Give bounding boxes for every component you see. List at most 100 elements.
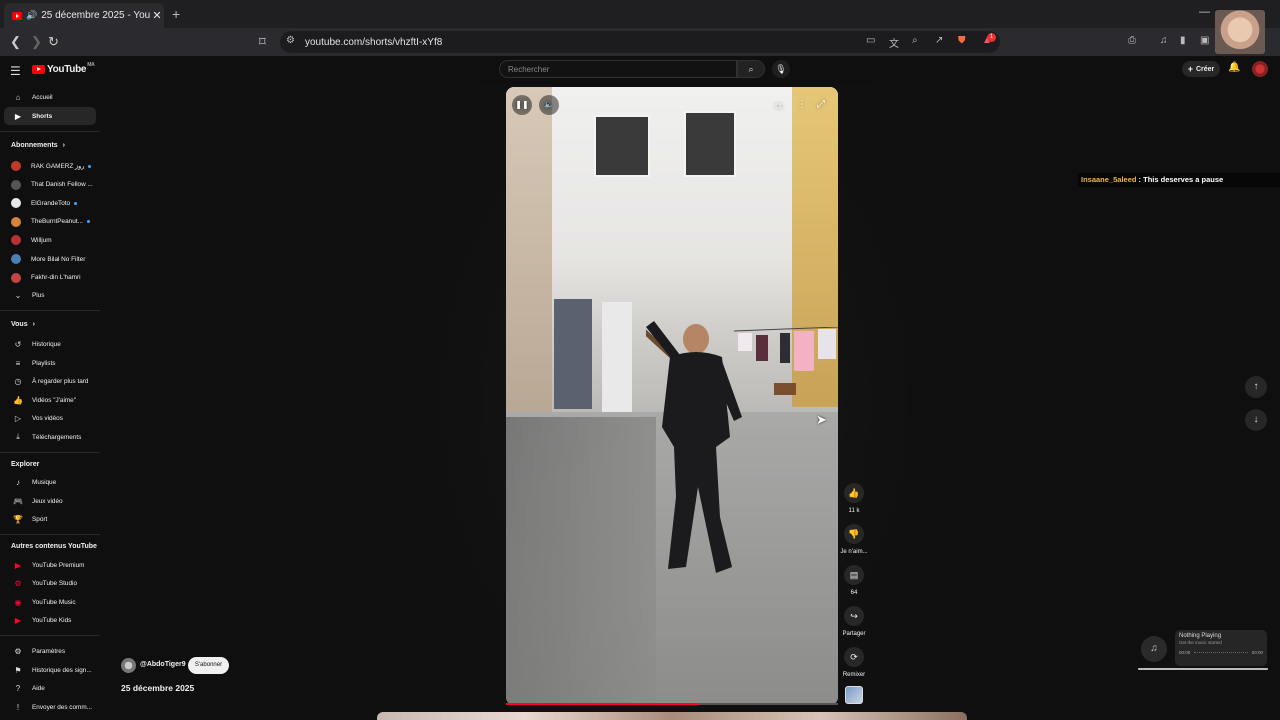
previous-short-button[interactable]: ↑	[1245, 376, 1267, 398]
subscribe-button[interactable]: S'abonner	[188, 657, 229, 674]
captions-icon[interactable]: ㏄	[775, 100, 783, 111]
sidebar-item-label: YouTube Kids	[32, 616, 72, 624]
brave-shield-icon[interactable]: ⛊	[958, 35, 966, 46]
sidebar-item-youtube-studio[interactable]: ⚙ YouTube Studio	[4, 574, 96, 592]
reload-icon[interactable]: ↻	[48, 34, 59, 50]
zoom-icon[interactable]: ⌕	[912, 35, 918, 46]
time-start: 00:00	[1179, 650, 1191, 655]
sidebar-item-youtube-kids[interactable]: ▶ YouTube Kids	[4, 611, 96, 629]
sidebar-subscription-item[interactable]: Fakhr-din L'hamri	[4, 269, 96, 287]
sidebar-item-feedback[interactable]: ! Envoyer des comm...	[4, 698, 96, 716]
share-label: Partager	[842, 631, 866, 637]
music-progress-bar[interactable]	[1138, 668, 1268, 670]
sidebar-item-your-videos[interactable]: ▷ Vos vidéos	[4, 409, 96, 427]
sidebar-item-help[interactable]: ? Aide	[4, 679, 96, 697]
sidebar-subscription-item[interactable]: ElGrandeToto	[4, 194, 96, 212]
sidebar-toggle-icon[interactable]: ▮	[1180, 35, 1186, 46]
youtube-music-icon: ◉	[14, 597, 22, 607]
notifications-bell-icon[interactable]: 🔔	[1228, 62, 1240, 73]
new-tab-icon[interactable]: +	[172, 6, 180, 22]
back-icon[interactable]: ❮	[10, 34, 21, 50]
time-end: 00:00	[1251, 650, 1263, 655]
music-note-icon[interactable]: ♫	[1141, 636, 1167, 662]
shorts-video-player[interactable]	[506, 87, 838, 705]
like-button[interactable]: 👍 11 k	[843, 483, 865, 514]
channel-avatar	[11, 179, 21, 190]
sidebar-subscription-item[interactable]: RAK GAMERZ روز	[4, 157, 96, 175]
cast-icon[interactable]: ▭	[866, 35, 875, 46]
forward-icon[interactable]: ❯	[31, 34, 42, 50]
share-button[interactable]: ↪ Partager	[842, 606, 866, 637]
channel-avatar[interactable]	[121, 658, 136, 673]
search-button[interactable]: ⌕	[737, 60, 765, 78]
browser-tab[interactable]: 🔊 25 décembre 2025 - YouTube ✕	[4, 3, 164, 28]
minimize-icon[interactable]: —	[1199, 6, 1210, 18]
sidebar-item-home[interactable]: ⌂ Accueil	[4, 88, 96, 106]
remix-button[interactable]: ⟳ Remixer	[843, 647, 865, 678]
sidebar-item-music[interactable]: ♪ Musique	[4, 473, 96, 491]
next-short-preview[interactable]	[377, 712, 967, 720]
video-title: 25 décembre 2025	[121, 683, 195, 693]
sidebar-item-gaming[interactable]: 🎮 Jeux vidéo	[4, 492, 96, 510]
voice-search-button[interactable]: 🎙	[772, 60, 790, 78]
create-button[interactable]: + Créer	[1182, 61, 1220, 77]
video-scene-window	[684, 111, 736, 177]
sidebar-item-youtube-premium[interactable]: ▶ YouTube Premium	[4, 556, 96, 574]
close-tab-icon[interactable]: ✕	[150, 9, 164, 22]
sound-thumbnail[interactable]	[845, 686, 863, 704]
channel-avatar	[11, 161, 21, 171]
menu-icon[interactable]: ☰	[10, 64, 21, 78]
sidebar-item-more[interactable]: ⌄ Plus	[4, 286, 96, 304]
sidebar-item-report-history[interactable]: ⚑ Historique des sign...	[4, 661, 96, 679]
sidebar-item-liked-videos[interactable]: 👍 Vidéos "J'aime"	[4, 391, 96, 409]
chevron-down-icon: ⌄	[14, 290, 22, 300]
sidebar-item-label: Vos vidéos	[32, 414, 63, 422]
sidebar-item-downloads[interactable]: ⤓ Téléchargements	[4, 428, 96, 446]
volume-button[interactable]: 🔈	[539, 95, 559, 115]
channel-avatar	[11, 272, 21, 283]
sidebar-subscription-item[interactable]: That Danish Fellow ...	[4, 176, 96, 194]
media-icon[interactable]: ♫	[1160, 35, 1168, 46]
mouse-cursor-icon: ➤	[816, 412, 827, 427]
webcam-overlay-image	[1215, 10, 1265, 54]
you-heading[interactable]: Vous ›	[11, 321, 35, 328]
channel-name[interactable]: @AbdoTiger9	[140, 661, 186, 668]
video-scene-shadow	[506, 417, 656, 705]
search-input[interactable]: Rechercher	[499, 60, 737, 78]
watch-later-icon: ◷	[14, 376, 22, 386]
subscriptions-heading[interactable]: Abonnements ›	[11, 142, 65, 149]
sidebar-item-settings[interactable]: ⚙ Paramètres	[4, 642, 96, 660]
you-title: Vous	[11, 321, 28, 328]
sidebar-item-label: ElGrandeToto	[31, 199, 71, 207]
comment-icon: ▤	[844, 565, 864, 585]
account-avatar[interactable]	[1252, 61, 1268, 77]
speaker-icon[interactable]: 🔊	[26, 10, 37, 21]
sidebar-item-youtube-music[interactable]: ◉ YouTube Music	[4, 593, 96, 611]
sidebar-subscription-item[interactable]: Willjum	[4, 231, 96, 249]
sidebar-item-history[interactable]: ↺ Historique	[4, 335, 96, 353]
dislike-button[interactable]: 👎 Je n'aim...	[840, 524, 868, 555]
screenshot-icon[interactable]: ⎙	[1128, 35, 1136, 46]
video-scene-left-building	[506, 87, 552, 417]
sidebar-item-shorts[interactable]: ▶ Shorts	[4, 107, 96, 125]
pause-button[interactable]: ❚❚	[512, 95, 532, 115]
comments-button[interactable]: ▤ 64	[843, 565, 865, 596]
bookmark-icon[interactable]: ⌑	[259, 34, 266, 50]
youtube-logo[interactable]: YouTube MA	[32, 62, 95, 75]
wallet-icon[interactable]: ▣	[1200, 35, 1209, 46]
translate-icon[interactable]: 文	[889, 35, 899, 50]
more-options-icon[interactable]: ⋮	[797, 99, 807, 110]
video-scene-window	[594, 115, 650, 177]
sidebar-item-watch-later[interactable]: ◷ À regarder plus tard	[4, 372, 96, 390]
fullscreen-icon[interactable]: ⤢	[817, 99, 825, 110]
site-info-icon[interactable]: ⚙	[286, 35, 295, 46]
share-page-icon[interactable]: ↗	[935, 35, 943, 46]
sidebar-subscription-item[interactable]: TheBurntPeanut...	[4, 213, 96, 231]
next-short-button[interactable]: ↓	[1245, 409, 1267, 431]
sidebar-subscription-item[interactable]: More Bilal No Filter	[4, 250, 96, 268]
sidebar-item-playlists[interactable]: ≡ Playlists	[4, 354, 96, 372]
sidebar-item-sport[interactable]: 🏆 Sport	[4, 510, 96, 528]
stream-chat-message: Insaane_5aleed : This deserves a pause	[1078, 173, 1280, 187]
sidebar-item-label: Plus	[32, 291, 45, 299]
sidebar-item-label: YouTube Premium	[32, 561, 85, 569]
